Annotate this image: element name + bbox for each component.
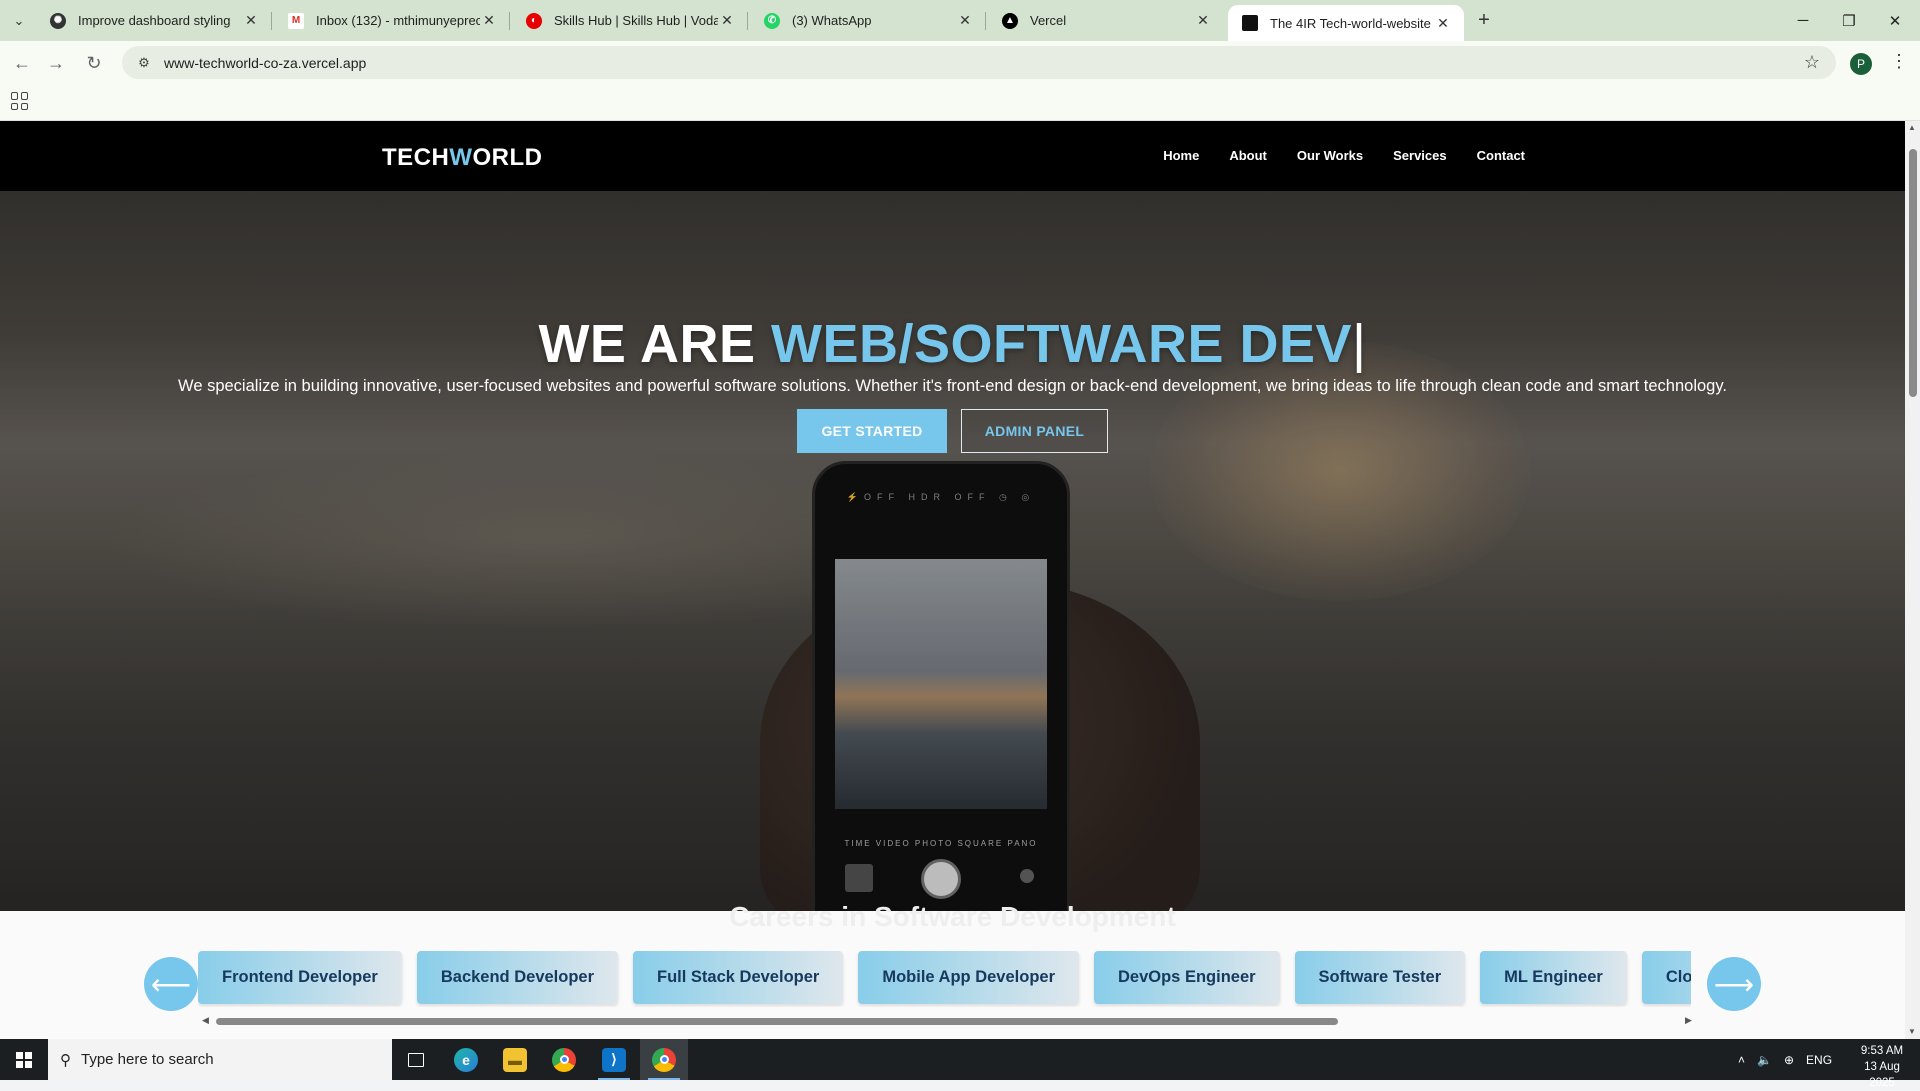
browser-menu-icon[interactable]: ⋮ [1890,51,1908,72]
close-tab-icon[interactable]: ✕ [718,12,736,29]
tray-expand-icon[interactable]: ˄ [1738,1053,1745,1067]
close-tab-icon[interactable]: ✕ [956,12,974,29]
careers-section: Careers in Software Development ⟵ Fronte… [0,901,1905,1039]
nav-home-link[interactable]: Home [1163,148,1199,163]
taskbar-clock[interactable]: 9:53 AM 13 Aug 2025 [1852,1043,1912,1091]
close-tab-icon[interactable]: ✕ [1194,12,1212,29]
admin-panel-button[interactable]: ADMIN PANEL [961,409,1108,453]
hero-section: ⚡OFF HDR OFF ◷ ◎ TIME VIDEO PHOTO SQUARE… [0,191,1905,911]
page-viewport: TECHWORLD Home About Our Works Services … [0,121,1905,1039]
system-tray: ˄ 🔈 ⊕ ENG [1738,1039,1832,1080]
page-scroll-thumb[interactable] [1909,149,1917,397]
restore-icon[interactable]: ❐ [1826,0,1872,41]
bookmark-star-icon[interactable]: ☆ [1804,52,1820,73]
file-explorer-icon[interactable]: ▬ [491,1039,539,1080]
scroll-left-icon[interactable]: ◀ [202,1015,209,1026]
volume-icon[interactable]: 🔈 [1757,1053,1772,1067]
windows-start-button[interactable] [0,1039,48,1080]
site-info-icon[interactable]: ⚙ [134,55,154,71]
browser-toolbar: ← → ↻ ⚙ www-techworld-co-za.vercel.app ☆… [0,41,1920,83]
reload-icon[interactable]: ↻ [80,49,108,77]
hero-headline: WE ARE WEB/SOFTWARE DEV| [538,314,1367,374]
chrome-icon[interactable] [540,1039,588,1080]
careers-carousel[interactable]: Frontend Developer Backend Developer Ful… [198,951,1691,1007]
back-icon[interactable]: ← [8,49,36,77]
site-navbar: TECHWORLD Home About Our Works Services … [0,121,1905,191]
browser-tab-active[interactable]: The 4IR Tech-world-website ✕ [1228,5,1464,41]
page-scrollbar[interactable]: ▲ ▼ [1905,121,1920,1039]
site-logo[interactable]: TECHWORLD [382,144,543,172]
url-text[interactable]: www-techworld-co-za.vercel.app [164,55,366,71]
carousel-next-button[interactable]: ⟶ [1707,957,1761,1011]
gmail-icon: M [288,12,304,29]
close-tab-icon[interactable]: ✕ [480,12,498,29]
get-started-button[interactable]: GET STARTED [797,409,947,453]
windows-taskbar: ⚲ Type here to search e ▬ ⟩ ˄ 🔈 ⊕ ENG 9:… [0,1039,1920,1089]
browser-tab-bar: ⌄ ✺ Improve dashboard styling ✕ M Inbox … [0,0,1920,41]
carousel-scroll-thumb[interactable] [216,1018,1338,1025]
nav-contact-link[interactable]: Contact [1477,148,1525,163]
career-chip[interactable]: Full Stack Developer [633,951,844,1004]
career-chip[interactable]: ML Engineer [1480,951,1627,1004]
minimize-icon[interactable]: ─ [1780,0,1826,41]
openai-icon: ✺ [50,12,66,29]
scroll-up-icon[interactable]: ▲ [1908,123,1916,132]
taskbar-search[interactable]: ⚲ Type here to search [48,1039,392,1080]
close-tab-icon[interactable]: ✕ [1434,15,1452,32]
browser-tab[interactable]: ✆ (3) WhatsApp ✕ [750,0,986,41]
hero-buttons: GET STARTED ADMIN PANEL [0,409,1905,453]
vodacom-icon: ◐ [526,12,542,29]
nav-services-link[interactable]: Services [1393,148,1447,163]
close-tab-icon[interactable]: ✕ [242,12,260,29]
career-chip[interactable]: Mobile App Developer [858,951,1079,1004]
vscode-icon[interactable]: ⟩ [590,1039,638,1080]
whatsapp-icon: ✆ [764,12,780,29]
carousel-scrollbar[interactable]: ◀ ▶ [202,1015,1695,1027]
career-chip[interactable]: Software Tester [1294,951,1466,1004]
nav-about-link[interactable]: About [1229,148,1267,163]
careers-title: Careers in Software Development [729,901,1176,932]
tab-search-chevron-icon[interactable]: ⌄ [6,8,32,34]
site-icon [1242,15,1258,31]
task-view-icon[interactable] [392,1039,440,1080]
network-icon[interactable]: ⊕ [1784,1053,1794,1067]
scroll-down-icon[interactable]: ▼ [1908,1027,1916,1036]
language-indicator[interactable]: ENG [1806,1053,1832,1067]
windows-logo-icon [16,1051,32,1068]
career-chip[interactable]: DevOps Engineer [1094,951,1280,1004]
address-bar[interactable]: ⚙ www-techworld-co-za.vercel.app ☆ [122,46,1836,79]
forward-icon[interactable]: → [42,49,70,77]
site-menu: Home About Our Works Services Contact [1163,148,1525,163]
browser-tab[interactable]: ✺ Improve dashboard styling ✕ [36,0,272,41]
carousel-prev-button[interactable]: ⟵ [144,957,198,1011]
browser-tab[interactable]: ◐ Skills Hub | Skills Hub | Vodacon ✕ [512,0,748,41]
vercel-icon: ▲ [1002,12,1018,29]
close-window-icon[interactable]: ✕ [1872,0,1918,41]
career-chip[interactable]: Cloud Engineer [1641,951,1691,1004]
chrome-active-icon[interactable] [640,1039,688,1080]
career-chip[interactable]: Frontend Developer [198,951,402,1004]
new-tab-button[interactable]: + [1470,6,1498,34]
nav-our-works-link[interactable]: Our Works [1297,148,1363,163]
search-icon: ⚲ [60,1051,71,1069]
bookmarks-bar [0,83,1920,121]
profile-avatar[interactable]: P [1850,53,1872,75]
typing-cursor: | [1352,314,1367,374]
hero-subtitle: We specialize in building innovative, us… [178,377,1727,395]
career-chip[interactable]: Backend Developer [416,951,619,1004]
browser-tab[interactable]: ▲ Vercel ✕ [988,0,1224,41]
apps-grid-icon[interactable] [11,92,29,110]
browser-tab[interactable]: M Inbox (132) - mthimunyeprecio ✕ [274,0,510,41]
scroll-right-icon[interactable]: ▶ [1685,1015,1692,1026]
edge-icon[interactable]: e [442,1039,490,1080]
